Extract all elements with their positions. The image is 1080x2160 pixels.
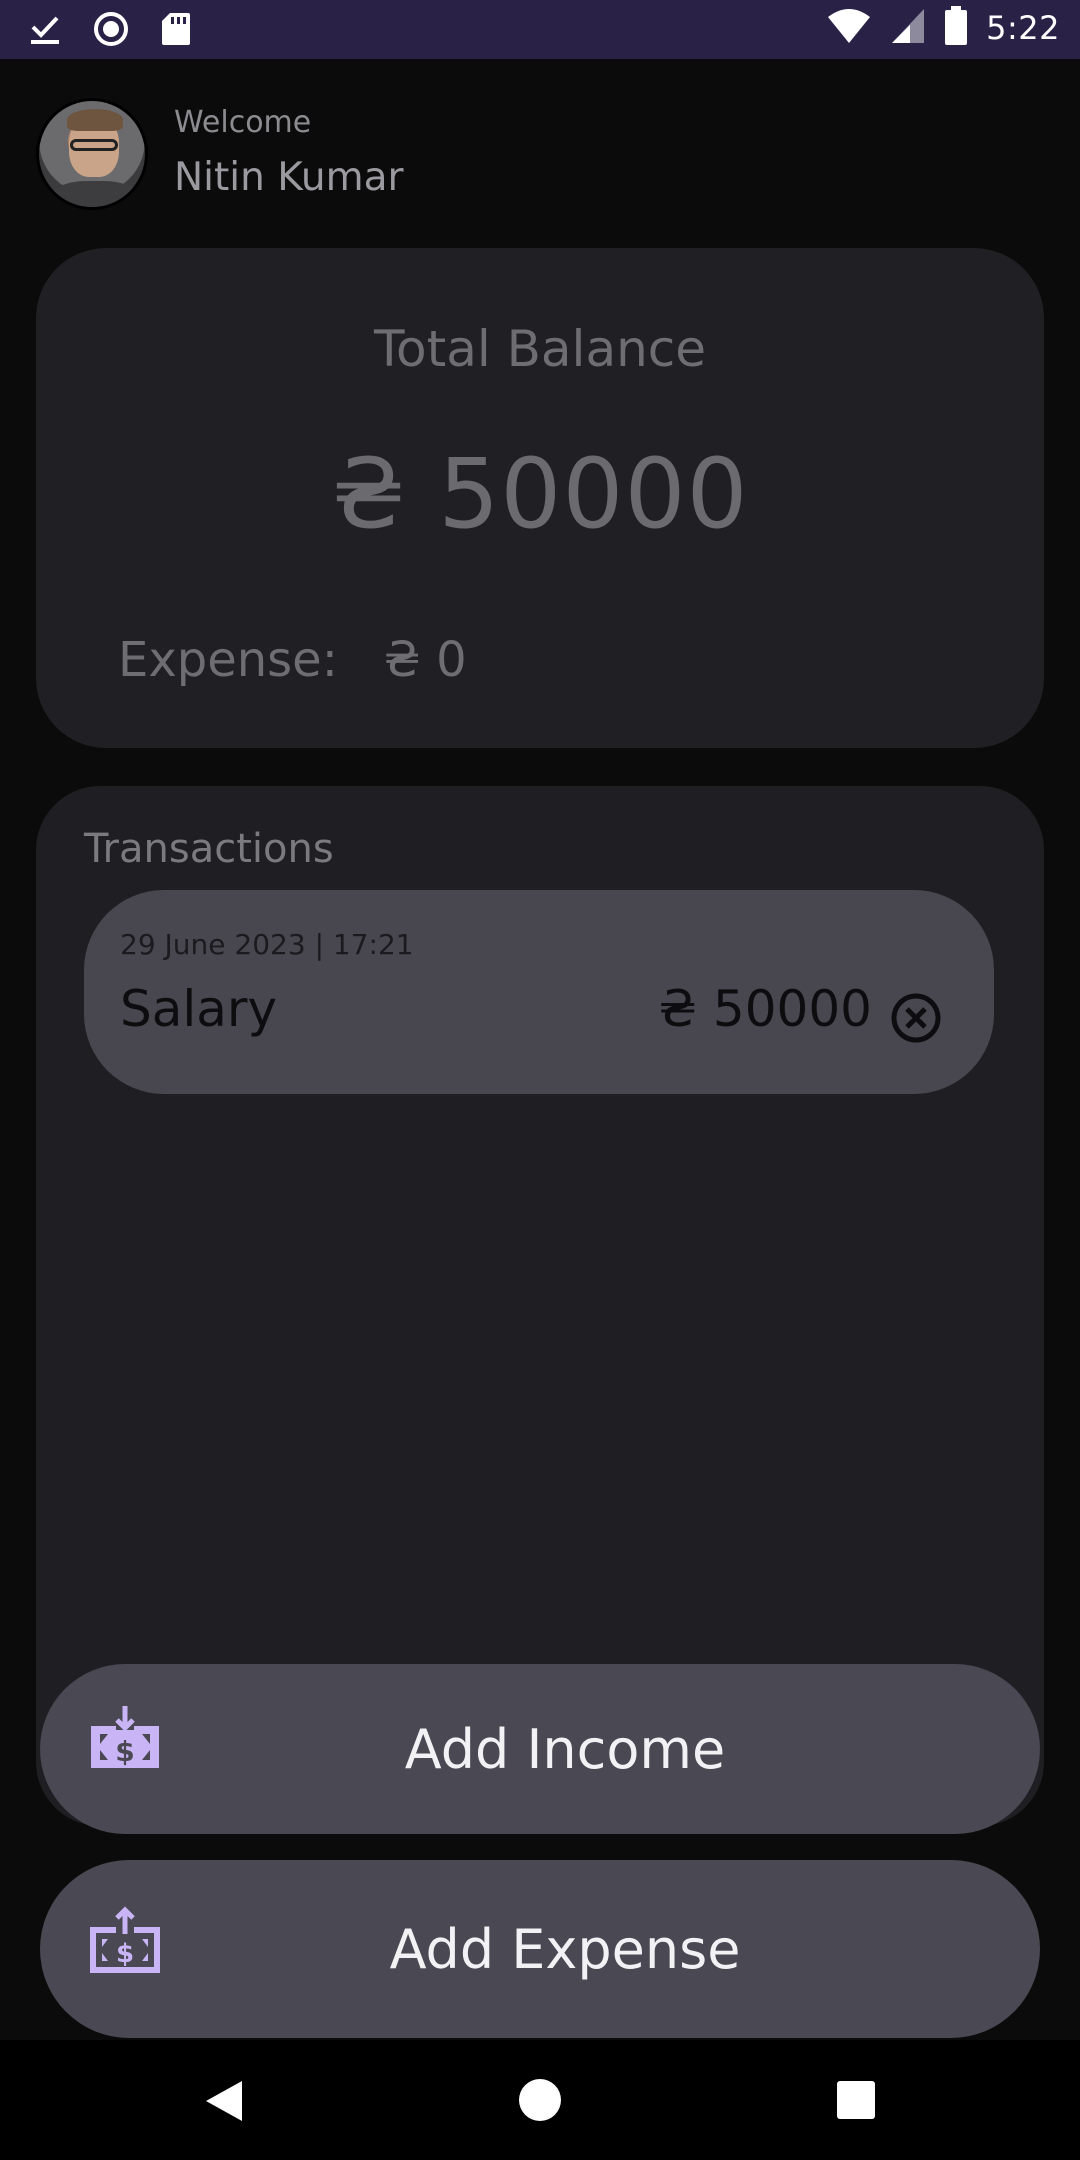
transaction-date: 29 June 2023 | 17:21: [120, 928, 414, 961]
balance-title: Total Balance: [373, 320, 707, 378]
system-nav-bar: [0, 2040, 1080, 2160]
add-income-label: Add Income: [404, 1717, 726, 1781]
expense-amount: ₴ 0: [383, 632, 467, 688]
balance-amount: ₴ 50000: [331, 438, 749, 550]
back-icon[interactable]: [204, 2079, 244, 2127]
home-icon[interactable]: [518, 2078, 562, 2126]
user-name: Nitin Kumar: [174, 155, 404, 200]
battery-icon: [944, 6, 968, 50]
header: Welcome Nitin Kumar: [36, 98, 404, 210]
expense-label: Expense:: [118, 632, 338, 688]
status-time: 5:22: [986, 9, 1060, 47]
add-expense-button[interactable]: $ Add Expense: [40, 1860, 1040, 2038]
expense-summary: Expense: ₴ 0: [118, 632, 467, 688]
check-download-icon: [28, 12, 62, 50]
recents-icon[interactable]: [836, 2080, 876, 2124]
sd-card-icon: [160, 11, 192, 51]
status-right-icons: 5:22: [826, 6, 1060, 50]
remove-transaction-icon[interactable]: [890, 992, 942, 1044]
wifi-icon: [826, 7, 872, 49]
status-left-icons: [28, 10, 192, 52]
welcome-label: Welcome: [174, 105, 312, 140]
home-screen: 5:22 Welcome Nitin Kumar Total Balance ₴…: [0, 0, 1080, 2160]
balance-card: Total Balance ₴ 50000 Expense: ₴ 0: [36, 248, 1044, 748]
transactions-title: Transactions: [84, 826, 334, 872]
welcome-block: Welcome Nitin Kumar: [174, 104, 404, 204]
avatar[interactable]: [36, 98, 148, 210]
status-bar: 5:22: [0, 0, 1080, 59]
transaction-name: Salary: [120, 980, 278, 1038]
add-expense-label: Add Expense: [389, 1917, 741, 1981]
transaction-item[interactable]: 29 June 2023 | 17:21 Salary ₴ 50000: [84, 890, 994, 1094]
record-icon: [92, 10, 130, 52]
transaction-amount: ₴ 50000: [658, 980, 872, 1038]
add-income-button[interactable]: $ Add Income: [40, 1664, 1040, 1834]
cell-signal-icon: [890, 7, 926, 49]
